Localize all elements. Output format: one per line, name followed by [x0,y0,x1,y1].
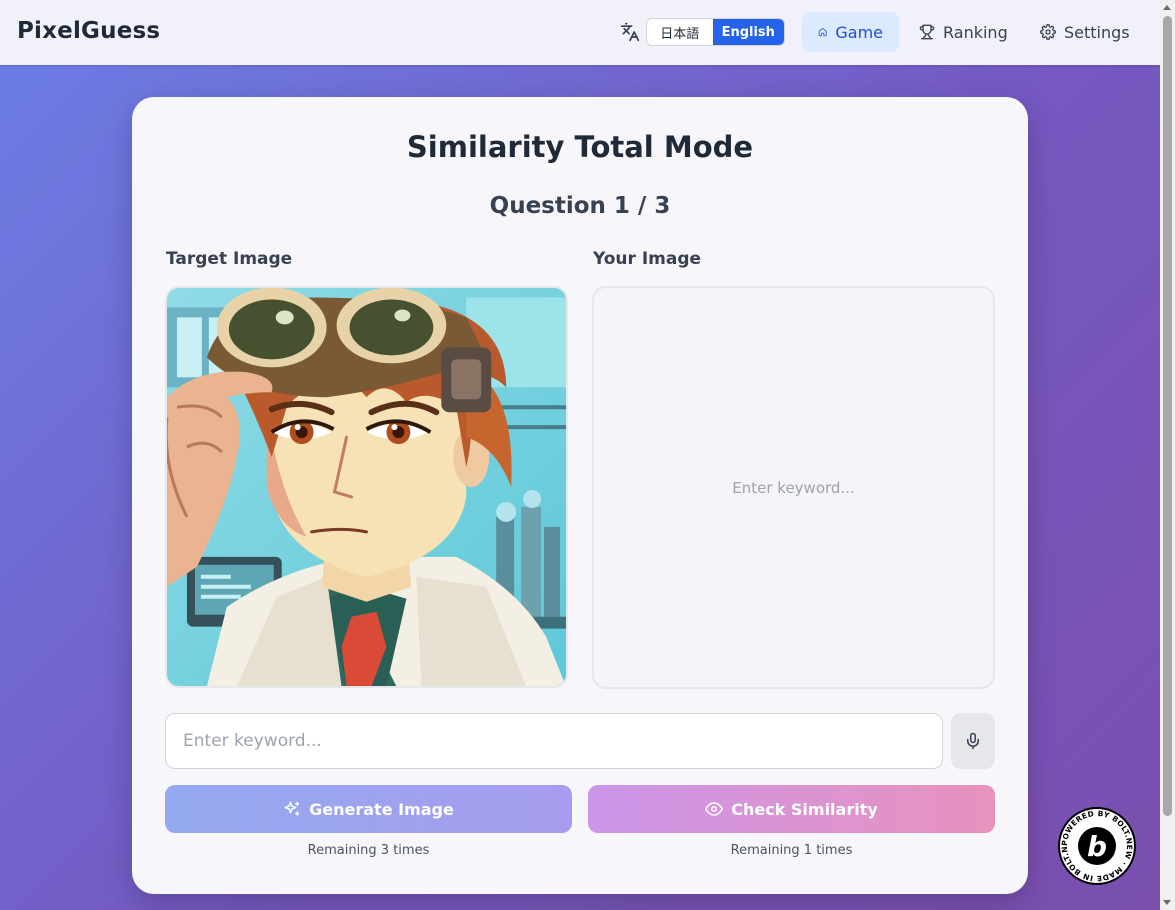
bolt-badge[interactable]: POWERED BY BOLT.NEW · MADE IN BOLT.NEW ·… [1057,806,1137,886]
check-similarity-label: Check Similarity [731,799,878,819]
eye-icon [705,802,724,816]
scroll-up-arrow-icon[interactable] [1163,5,1171,10]
trophy-icon [919,24,935,40]
nav-ranking-label: Ranking [943,22,1008,42]
sparkles-icon [284,801,300,816]
game-card: Similarity Total Mode Question 1 / 3 Tar… [132,97,1028,894]
nav-game-label: Game [835,22,883,42]
nav-game[interactable]: Game [802,12,899,52]
check-similarity-button[interactable]: Check Similarity [588,785,995,833]
home-icon [818,28,827,37]
translate-icon [620,22,640,42]
language-option-english[interactable]: English [712,19,784,45]
page-scrollbar[interactable] [1160,0,1175,910]
gear-icon [1040,24,1056,40]
generate-remaining-count: Remaining 3 times [307,843,430,858]
nav-settings-label: Settings [1064,22,1130,42]
scrollbar-thumb[interactable] [1163,16,1172,816]
mode-title: Similarity Total Mode [406,130,754,164]
nav-settings[interactable]: Settings [1024,12,1146,52]
microphone-icon [967,732,979,750]
keyword-input[interactable] [165,713,943,769]
generate-image-button[interactable]: Generate Image [165,785,572,833]
bolt-badge-letter: b [1087,830,1107,863]
your-image-panel: Enter keyword... [592,286,995,689]
microphone-button[interactable] [951,713,995,769]
language-toggle: 日本語 English [646,18,785,46]
nav-ranking[interactable]: Ranking [903,12,1024,52]
target-anime-illustration [167,288,566,686]
your-image-placeholder: Enter keyword... [732,478,855,497]
top-navigation-bar: PixelGuess 日本語 English Game Ranking Sett… [0,0,1160,65]
target-image-label: Target Image [166,249,293,269]
app-logo[interactable]: PixelGuess [17,18,160,44]
language-option-japanese[interactable]: 日本語 [647,19,713,45]
target-image [165,286,568,688]
question-counter: Question 1 / 3 [489,193,671,219]
your-image-label: Your Image [593,249,702,269]
generate-image-label: Generate Image [309,799,454,819]
scroll-down-arrow-icon[interactable] [1163,900,1171,905]
check-remaining-count: Remaining 1 times [730,843,853,858]
